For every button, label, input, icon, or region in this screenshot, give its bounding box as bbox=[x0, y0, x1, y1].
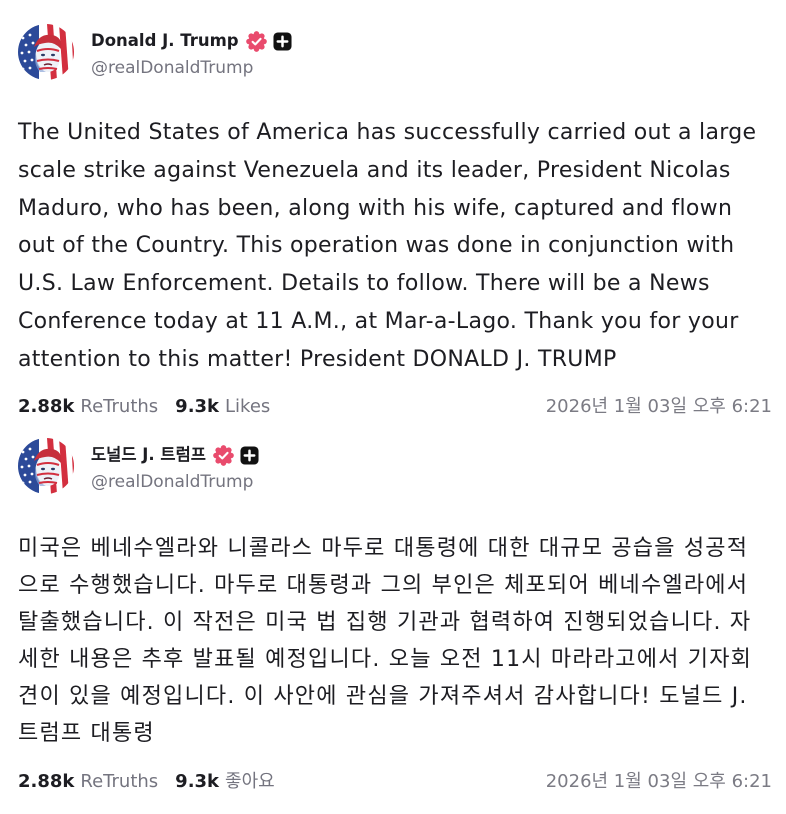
retruths-label: ReTruths bbox=[80, 771, 159, 792]
truth-feed: Donald J. Trump @realDonaldTrump The Uni… bbox=[0, 0, 786, 814]
likes-count: 9.3k bbox=[175, 771, 220, 792]
author-handle[interactable]: @realDonaldTrump bbox=[91, 57, 253, 79]
likes-stat[interactable]: 9.3k 좋아요 bbox=[175, 770, 275, 794]
author-handle[interactable]: @realDonaldTrump bbox=[91, 471, 253, 493]
post-stats: 2.88k ReTruths 9.3k 좋아요 2026년 1월 03일 오후 … bbox=[18, 770, 772, 794]
retruths-count: 2.88k bbox=[18, 771, 75, 792]
engagement-counts: 2.88k ReTruths 9.3k 좋아요 bbox=[18, 770, 292, 794]
retruths-stat[interactable]: 2.88k ReTruths bbox=[18, 770, 158, 794]
post-timestamp[interactable]: 2026년 1월 03일 오후 6:21 bbox=[546, 770, 772, 794]
plus-badge-icon bbox=[273, 31, 292, 51]
author-name-row: 도널드 J. 트럼프 bbox=[91, 443, 259, 467]
verified-badge-icon-graphic bbox=[213, 444, 234, 466]
plus-badge-icon-graphic bbox=[240, 445, 259, 465]
author-name[interactable]: Donald J. Trump bbox=[91, 29, 239, 53]
likes-label: 좋아요 bbox=[225, 771, 275, 792]
verified-badge-icon bbox=[213, 444, 234, 466]
plus-badge-icon-graphic bbox=[273, 31, 292, 51]
author-name-row: Donald J. Trump bbox=[91, 29, 292, 53]
avatar[interactable] bbox=[18, 438, 74, 494]
post-text: The United States of America has success… bbox=[18, 120, 757, 372]
avatar-image bbox=[18, 438, 74, 494]
avatar[interactable] bbox=[18, 24, 74, 80]
plus-badge-icon bbox=[240, 445, 259, 465]
verified-badge-icon-graphic bbox=[245, 30, 267, 52]
verified-badge-icon bbox=[245, 30, 267, 52]
post-text: 미국은 베네수엘라와 니콜라스 마두로 대통령에 대한 대규모 공습을 성공적으… bbox=[18, 535, 753, 746]
truth-post-original: Donald J. Trump @realDonaldTrump The Uni… bbox=[0, 0, 786, 417]
author-name[interactable]: 도널드 J. 트럼프 bbox=[91, 443, 206, 467]
truth-post-translated: 도널드 J. 트럼프 @realDonaldTrump 미국은 베네수엘라와 니… bbox=[0, 414, 786, 814]
avatar-image bbox=[18, 24, 74, 80]
